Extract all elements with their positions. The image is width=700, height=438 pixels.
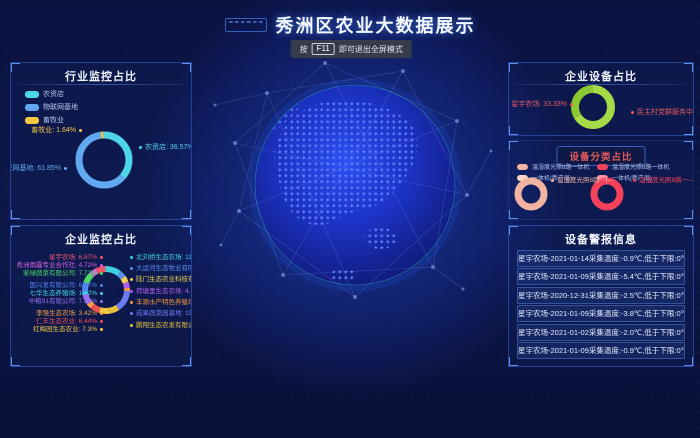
chart-callout: 荷塘里生态农场: 4.29 [130, 288, 192, 295]
alarm-row: 星宇农场-2021-01-09采集温度:-3.8℃,低于下限:0℃ [517, 305, 685, 322]
legend-swatch [25, 117, 39, 124]
industry-legend: 农资店 物联网基地 畜牧业 [25, 89, 78, 125]
legend-item: 物联网基地 [25, 102, 78, 112]
panel-device-classification: 设备分类占比 温湿度光照8路一体机 一体机(新产品) 温湿度光照8路一体机 一体… [508, 140, 694, 220]
divider [514, 84, 688, 85]
legend-swatch [517, 164, 528, 170]
alarm-row: 星宇农场-2021-01-02采集温度:-2.0℃,低于下限:0℃ [517, 324, 685, 341]
chart-callout: 国兴发有限公司: 6.87% [29, 282, 103, 289]
chart-callout: 大运河生态牧业有限责任公 [130, 265, 192, 272]
chart-callout: 北刘桥生态农场: 11.16% [130, 254, 192, 261]
chart-callout: 民主村党群服务中心: [631, 109, 694, 117]
chart-callout: 中粮91有限公司: 7.29% [29, 298, 103, 305]
chart-callout: 温湿度光照8路一— [551, 177, 613, 185]
legend-swatch [517, 175, 528, 181]
legend-swatch [25, 104, 39, 111]
legend-item: 农资店 [25, 89, 78, 99]
alarm-row: 星宇农场-2021-01-09采集温度:-0.9℃,低于下限:0℃ [517, 342, 685, 359]
panel-equipment-ratio: 企业设备占比 星宇农场: 33.33% 民主村党群服务中心: [508, 62, 694, 136]
alarm-list: 星宇农场-2021-01-14采集温度:-0.9℃,低于下限:0℃ 星宇农场-2… [517, 250, 685, 359]
chart-callout: 星宇农场: 33.33% [511, 101, 573, 109]
legend-swatch [25, 91, 39, 98]
alarm-row: 星宇农场-2020-12-31采集温度:-2.5℃,低于下限:0℃ [517, 287, 685, 304]
chart-callout: 温湿度光照8路一— [633, 177, 694, 185]
header: 秀洲区农业大数据展示 [0, 12, 700, 38]
chart-callout: 陆门生态农业科技有限公 [130, 276, 192, 283]
alarm-row: 星宇农场-2021-01-14采集温度:-0.9℃,低于下限:0℃ [517, 250, 685, 267]
chart-callout: 七华生态养殖场: 1.72% [29, 290, 103, 297]
chart-callout: 成果蔬菜园基地: 15.02% [130, 310, 192, 317]
chart-callout: 红梅园生态农业: 7.3% [33, 326, 103, 333]
network-nodes [214, 61, 493, 299]
center-glow [145, 0, 565, 395]
chart-callout: 李强生态农场: 3.42% [36, 310, 103, 317]
chart-callout: 鹏翔生态农发有限公司: 6.87 [130, 322, 192, 329]
chart-callout: 物联网基地: 61.85% [10, 165, 67, 173]
legend-item: 畜牧业 [25, 115, 78, 125]
tip-prefix: 按 [300, 44, 308, 55]
globe-graphic [205, 35, 505, 335]
panel-title: 设备警报信息 [509, 231, 693, 247]
dashboard: 秀洲区农业大数据展示 按 F11 即可退出全屏模式 行业监控占比 农资店 物联网… [0, 0, 700, 438]
industry-donut-chart [11, 63, 191, 219]
panel-industry-ratio: 行业监控占比 农资店 物联网基地 畜牧业 畜牧业: 1.64% 农资店: 36.… [10, 62, 192, 220]
panel-title: 企业设备占比 [509, 68, 693, 84]
panel-title: 企业监控占比 [11, 231, 191, 247]
chart-callout: 秀洲雨露专业合作社: 4.72% [16, 262, 103, 269]
panel-title: 行业监控占比 [11, 68, 191, 84]
fullscreen-tip: 按 F11 即可退出全屏模式 [291, 40, 412, 58]
chart-callout: 畜牧业: 1.64% [31, 127, 82, 135]
divider [16, 84, 186, 85]
legend-item: 温湿度光照8路一体机 [517, 162, 589, 171]
f11-key-badge: F11 [312, 43, 335, 55]
alarm-row: 星宇农场-2021-01-09采集温度:-5.4℃,低于下限:0℃ [517, 268, 685, 285]
tip-suffix: 即可退出全屏模式 [339, 44, 403, 55]
continents [253, 100, 418, 282]
legend-swatch [597, 164, 608, 170]
panel-device-alarms: 设备警报信息 星宇农场-2021-01-14采集温度:-0.9℃,低于下限:0℃… [508, 225, 694, 367]
chart-callout: 仁丰生态农业: 6.44% [36, 318, 103, 325]
chart-callout: 星宇农场: 6.87% [49, 254, 103, 261]
chart-callout: 家绿蔬菜有限公司: 7.72% [23, 270, 103, 277]
chart-callout: 农资店: 36.57% [139, 144, 192, 152]
page-title: 秀洲区农业大数据展示 [276, 12, 476, 38]
chart-callout: 丰源水产特色养殖场: 1. [130, 299, 192, 306]
brand-badge-icon [225, 18, 267, 32]
legend-item: 温湿度光照8路一体机 [597, 162, 669, 171]
panel-enterprise-ratio: 企业监控占比 星宇农场: 6.87% 秀洲雨露专业合作社: 4.72% 家绿蔬菜… [10, 225, 192, 367]
network-mesh [215, 63, 491, 297]
